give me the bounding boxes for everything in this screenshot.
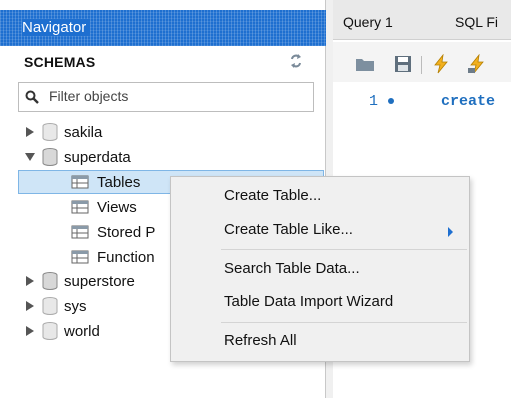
open-folder-icon[interactable]: [355, 54, 375, 74]
expand-arrow-icon[interactable]: [24, 300, 36, 312]
search-icon: [25, 90, 39, 104]
database-icon: [42, 322, 58, 340]
navigator-title: Navigator: [22, 19, 91, 36]
toolbar-divider: [421, 56, 422, 74]
menu-item-search-table-data[interactable]: Search Table Data...: [224, 260, 360, 277]
context-menu: Create Table... Create Table Like... Sea…: [170, 176, 470, 362]
tree-item-label: Views: [97, 198, 137, 216]
tables-folder-icon: [71, 175, 89, 189]
navigator-header: Navigator: [0, 10, 326, 46]
tree-item-label: sakila: [64, 123, 103, 141]
tab-sql-file[interactable]: SQL Fi: [455, 14, 498, 30]
tree-item-superstore[interactable]: superstore: [24, 269, 135, 293]
line-number: 1: [369, 93, 379, 110]
line-marker-icon: [388, 98, 395, 105]
menu-item-table-data-import-wizard[interactable]: Table Data Import Wizard: [224, 293, 393, 310]
tree-item-stored-procedures[interactable]: Stored P: [71, 220, 155, 244]
database-icon: [42, 272, 58, 290]
tree-item-sys[interactable]: sys: [24, 294, 87, 318]
menu-item-create-table[interactable]: Create Table...: [224, 187, 321, 204]
tree-item-label: superstore: [64, 272, 135, 290]
tree-item-label: world: [64, 322, 100, 340]
tree-item-views[interactable]: Views: [71, 195, 137, 219]
menu-item-create-table-like[interactable]: Create Table Like...: [224, 221, 353, 238]
database-icon: [42, 148, 58, 166]
tree-item-superdata[interactable]: superdata: [24, 145, 131, 169]
refresh-icon[interactable]: [288, 53, 304, 69]
expand-arrow-icon[interactable]: [24, 275, 36, 287]
editor-line[interactable]: 1 create: [369, 93, 495, 110]
code-text[interactable]: create: [441, 93, 495, 110]
tab-query-1[interactable]: Query 1: [343, 14, 393, 30]
tree-item-label: Tables: [97, 173, 141, 191]
editor-toolbar: [333, 42, 511, 82]
editor-tab-bar: Query 1 SQL Fi: [333, 0, 511, 40]
views-folder-icon: [71, 200, 89, 214]
filter-box: [18, 82, 314, 112]
tree-item-world[interactable]: world: [24, 319, 100, 343]
tree-item-sakila[interactable]: sakila: [24, 120, 102, 144]
tree-item-label: sys: [64, 297, 87, 315]
tree-item-label: superdata: [64, 148, 131, 166]
menu-divider: [221, 249, 467, 250]
save-icon[interactable]: [393, 54, 413, 74]
database-icon: [42, 297, 58, 315]
expand-arrow-icon[interactable]: [24, 126, 36, 138]
tree-item-label: Function: [97, 248, 155, 266]
submenu-arrow-icon: [448, 227, 453, 237]
database-icon: [42, 123, 58, 141]
schemas-label: SCHEMAS: [24, 54, 96, 70]
menu-divider: [221, 322, 467, 323]
tree-item-functions[interactable]: Function: [71, 245, 155, 269]
tree-item-label: Stored P: [97, 223, 156, 241]
functions-folder-icon: [71, 250, 89, 264]
menu-item-refresh-all[interactable]: Refresh All: [224, 332, 297, 349]
expand-arrow-icon[interactable]: [24, 325, 36, 337]
execute-current-icon[interactable]: [467, 54, 487, 74]
collapse-arrow-icon[interactable]: [24, 151, 36, 163]
filter-objects-input[interactable]: [49, 88, 307, 104]
procedures-folder-icon: [71, 225, 89, 239]
execute-lightning-icon[interactable]: [431, 54, 451, 74]
